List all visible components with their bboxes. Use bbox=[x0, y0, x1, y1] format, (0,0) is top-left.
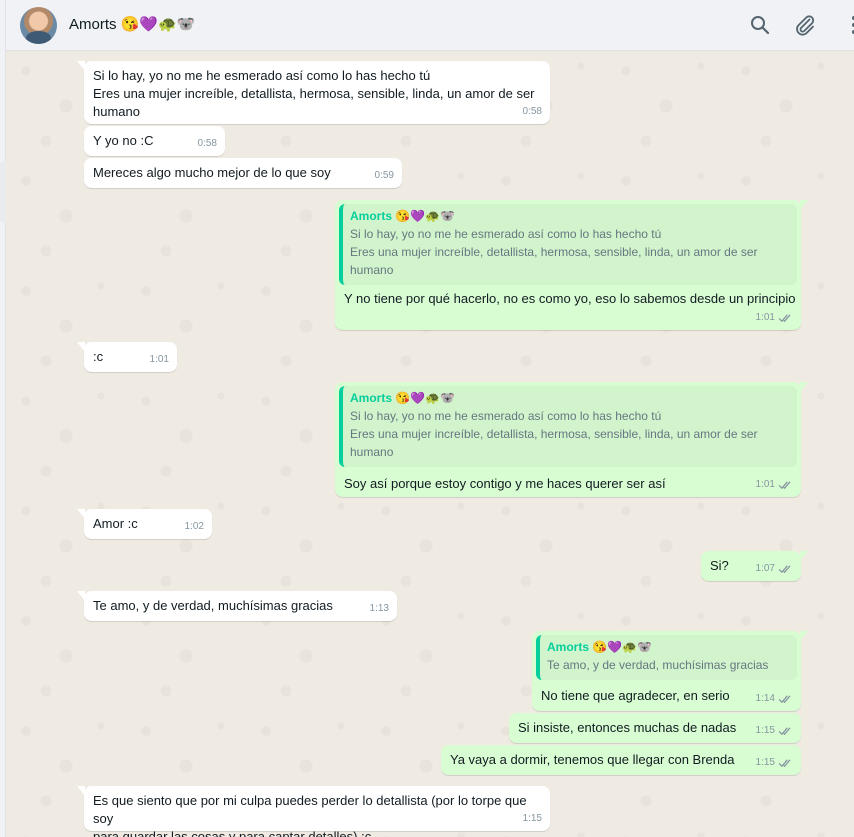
timestamp: 1:01 bbox=[149, 354, 169, 365]
timestamp: 1:15 bbox=[522, 813, 542, 824]
quoted-author: Amorts 😘💜🐢🐨 bbox=[350, 209, 456, 223]
message-incoming[interactable]: Es que siento que por mi culpa puedes pe… bbox=[77, 786, 550, 837]
message-time: 1:02 bbox=[185, 518, 204, 536]
quoted-author: Amorts 😘💜🐢🐨 bbox=[350, 391, 456, 405]
message-text: Soy así porque estoy contigo y me haces … bbox=[344, 476, 666, 491]
read-ticks-icon bbox=[778, 480, 793, 490]
timestamp: 1:15 bbox=[755, 725, 775, 736]
contact-name[interactable]: Amorts 😘💜🐢🐨 bbox=[69, 15, 195, 33]
timestamp: 1:01 bbox=[755, 479, 775, 490]
message-time: 1:15 bbox=[756, 722, 793, 740]
message-incoming[interactable]: Si lo hay, yo no me he esmerado así como… bbox=[77, 61, 550, 124]
timestamp: 1:01 bbox=[755, 312, 775, 323]
message-text: Mereces algo mucho mejor de lo que soy bbox=[93, 165, 331, 180]
quoted-message[interactable]: Amorts 😘💜🐢🐨 Si lo hay, yo no me he esmer… bbox=[339, 386, 797, 467]
message-text: Y no tiene por qué hacerlo, no es como y… bbox=[344, 291, 796, 306]
message-time: 1:01 bbox=[150, 351, 169, 369]
message-text: Te amo, y de verdad, muchísimas gracias bbox=[93, 598, 333, 613]
message-incoming[interactable]: Y yo no :C 0:58 bbox=[84, 126, 225, 156]
timestamp: 0:59 bbox=[374, 170, 394, 181]
read-ticks-icon bbox=[778, 694, 793, 704]
quoted-author: Amorts 😘💜🐢🐨 bbox=[547, 640, 653, 654]
message-incoming[interactable]: :c 1:01 bbox=[77, 342, 177, 372]
message-time: 1:14 bbox=[756, 690, 793, 708]
message-text: Es que siento que por mi culpa puedes pe… bbox=[93, 793, 527, 837]
message-incoming[interactable]: Amor :c 1:02 bbox=[77, 509, 212, 539]
menu-icon[interactable] bbox=[842, 13, 854, 37]
message-text: Ya vaya a dormir, tenemos que llegar con… bbox=[450, 752, 735, 767]
contact-avatar[interactable] bbox=[20, 7, 57, 44]
read-ticks-icon bbox=[778, 758, 793, 768]
timestamp: 0:58 bbox=[197, 138, 217, 149]
message-outgoing[interactable]: Si insiste, entonces muchas de nadas 1:1… bbox=[509, 713, 801, 743]
quoted-message[interactable]: Amorts 😘💜🐢🐨 Si lo hay, yo no me he esmer… bbox=[339, 204, 797, 285]
message-time: 1:15 bbox=[756, 754, 793, 772]
message-list[interactable]: Si lo hay, yo no me he esmerado así como… bbox=[6, 51, 854, 837]
message-time: 1:01 bbox=[756, 309, 793, 327]
search-icon[interactable] bbox=[748, 13, 772, 37]
message-outgoing[interactable]: Amorts 😘💜🐢🐨 Si lo hay, yo no me he esmer… bbox=[335, 200, 808, 330]
message-outgoing[interactable]: Ya vaya a dormir, tenemos que llegar con… bbox=[441, 745, 801, 775]
message-time: 1:01 bbox=[756, 476, 793, 494]
message-time: 1:07 bbox=[756, 560, 793, 578]
message-incoming[interactable]: Mereces algo mucho mejor de lo que soy 0… bbox=[84, 158, 402, 188]
timestamp: 1:14 bbox=[755, 693, 775, 704]
timestamp: 0:58 bbox=[522, 106, 542, 117]
read-ticks-icon bbox=[778, 313, 793, 323]
read-ticks-icon bbox=[778, 726, 793, 736]
timestamp: 1:13 bbox=[369, 603, 389, 614]
paperclip-icon[interactable] bbox=[793, 13, 817, 37]
timestamp: 1:02 bbox=[184, 521, 204, 532]
message-time: 1:13 bbox=[370, 600, 389, 618]
quoted-text: Si lo hay, yo no me he esmerado así como… bbox=[350, 409, 758, 459]
message-time: 1:15 bbox=[523, 810, 542, 828]
message-outgoing[interactable]: Amorts 😘💜🐢🐨 Si lo hay, yo no me he esmer… bbox=[335, 382, 808, 497]
message-outgoing[interactable]: Si? 1:07 bbox=[701, 551, 808, 581]
message-time: 0:58 bbox=[198, 135, 217, 153]
message-text: No tiene que agradecer, en serio bbox=[541, 688, 730, 703]
message-incoming[interactable]: Te amo, y de verdad, muchísimas gracias … bbox=[77, 591, 397, 621]
timestamp: 1:15 bbox=[755, 757, 775, 768]
timestamp: 1:07 bbox=[755, 563, 775, 574]
quoted-text: Si lo hay, yo no me he esmerado así como… bbox=[350, 227, 758, 277]
chat-header: Amorts 😘💜🐢🐨 bbox=[6, 0, 854, 51]
message-time: 0:59 bbox=[375, 167, 394, 185]
message-text: Si lo hay, yo no me he esmerado así como… bbox=[93, 68, 535, 119]
quoted-message[interactable]: Amorts 😘💜🐢🐨 Te amo, y de verdad, muchísi… bbox=[536, 635, 797, 680]
quoted-text: Te amo, y de verdad, muchísimas gracias bbox=[547, 658, 769, 672]
message-time: 0:58 bbox=[523, 103, 542, 121]
message-outgoing[interactable]: Amorts 😘💜🐢🐨 Te amo, y de verdad, muchísi… bbox=[532, 631, 808, 711]
read-ticks-icon bbox=[778, 564, 793, 574]
